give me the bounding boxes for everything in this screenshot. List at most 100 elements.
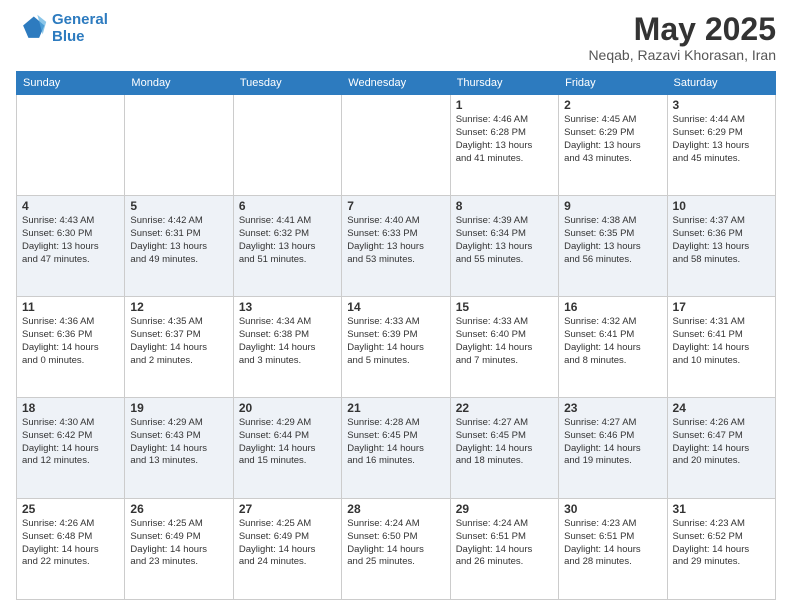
- day-number: 8: [456, 199, 553, 213]
- table-cell: 23 Sunrise: 4:27 AM Sunset: 6:46 PM Dayli…: [559, 398, 667, 499]
- day-number: 15: [456, 300, 553, 314]
- day-number: 19: [130, 401, 227, 415]
- table-cell: 13Sunrise: 4:34 AM Sunset: 6:38 PM Dayli…: [233, 297, 341, 398]
- table-cell: 3Sunrise: 4:44 AM Sunset: 6:29 PM Daylig…: [667, 95, 775, 196]
- day-number: 26: [130, 502, 227, 516]
- calendar-table: Sunday Monday Tuesday Wednesday Thursday…: [16, 71, 776, 600]
- table-cell: 21 Sunrise: 4:28 AM Sunset: 6:45 PM Dayli…: [342, 398, 450, 499]
- day-number: 2: [564, 98, 661, 112]
- day-number: 11: [22, 300, 119, 314]
- day-number: 1: [456, 98, 553, 112]
- table-cell: 4 Sunrise: 4:43 AM Sunset: 6:30 PM Daylig…: [17, 196, 125, 297]
- table-cell: 28 Sunrise: 4:24 AM Sunset: 6:50 PM Dayli…: [342, 499, 450, 600]
- day-info: Sunrise: 4:27 AM Sunset: 6:45 PM Dayligh…: [456, 417, 553, 468]
- table-cell: 19 Sunrise: 4:29 AM Sunset: 6:43 PM Dayli…: [125, 398, 233, 499]
- day-info: Sunrise: 4:29 AM Sunset: 6:43 PM Dayligh…: [130, 417, 227, 468]
- day-number: 17: [673, 300, 770, 314]
- table-cell: 6Sunrise: 4:41 AM Sunset: 6:32 PM Daylig…: [233, 196, 341, 297]
- day-number: 13: [239, 300, 336, 314]
- table-cell: 15 Sunrise: 4:33 AM Sunset: 6:40 PM Dayli…: [450, 297, 558, 398]
- table-cell: 8Sunrise: 4:39 AM Sunset: 6:34 PM Daylig…: [450, 196, 558, 297]
- table-cell: [17, 95, 125, 196]
- logo-blue: Blue: [52, 28, 85, 45]
- day-number: 29: [456, 502, 553, 516]
- main-title: May 2025: [588, 12, 776, 47]
- table-cell: 9Sunrise: 4:38 AM Sunset: 6:35 PM Daylig…: [559, 196, 667, 297]
- day-info: Sunrise: 4:37 AM Sunset: 6:36 PM Dayligh…: [673, 215, 770, 266]
- day-info: Sunrise: 4:29 AM Sunset: 6:44 PM Dayligh…: [239, 417, 336, 468]
- day-number: 10: [673, 199, 770, 213]
- calendar-week-4: 18 Sunrise: 4:30 AM Sunset: 6:42 PM Dayli…: [17, 398, 776, 499]
- day-info: Sunrise: 4:45 AM Sunset: 6:29 PM Dayligh…: [564, 114, 661, 165]
- table-cell: 2 Sunrise: 4:45 AM Sunset: 6:29 PM Daylig…: [559, 95, 667, 196]
- day-info: Sunrise: 4:38 AM Sunset: 6:35 PM Dayligh…: [564, 215, 661, 266]
- day-number: 24: [673, 401, 770, 415]
- table-cell: [233, 95, 341, 196]
- table-cell: 26 Sunrise: 4:25 AM Sunset: 6:49 PM Dayli…: [125, 499, 233, 600]
- col-sunday: Sunday: [17, 72, 125, 95]
- col-wednesday: Wednesday: [342, 72, 450, 95]
- table-cell: 31Sunrise: 4:23 AM Sunset: 6:52 PM Dayli…: [667, 499, 775, 600]
- table-cell: 18 Sunrise: 4:30 AM Sunset: 6:42 PM Dayli…: [17, 398, 125, 499]
- calendar-week-5: 25 Sunrise: 4:26 AM Sunset: 6:48 PM Dayli…: [17, 499, 776, 600]
- day-info: Sunrise: 4:36 AM Sunset: 6:36 PM Dayligh…: [22, 316, 119, 367]
- day-info: Sunrise: 4:31 AM Sunset: 6:41 PM Dayligh…: [673, 316, 770, 367]
- table-cell: [125, 95, 233, 196]
- day-info: Sunrise: 4:40 AM Sunset: 6:33 PM Dayligh…: [347, 215, 444, 266]
- day-number: 3: [673, 98, 770, 112]
- day-number: 23: [564, 401, 661, 415]
- col-saturday: Saturday: [667, 72, 775, 95]
- day-number: 16: [564, 300, 661, 314]
- day-info: Sunrise: 4:25 AM Sunset: 6:49 PM Dayligh…: [130, 518, 227, 569]
- day-number: 7: [347, 199, 444, 213]
- day-info: Sunrise: 4:24 AM Sunset: 6:50 PM Dayligh…: [347, 518, 444, 569]
- day-number: 20: [239, 401, 336, 415]
- logo-text: General Blue: [52, 12, 108, 45]
- col-thursday: Thursday: [450, 72, 558, 95]
- day-number: 4: [22, 199, 119, 213]
- day-info: Sunrise: 4:46 AM Sunset: 6:28 PM Dayligh…: [456, 114, 553, 165]
- day-number: 18: [22, 401, 119, 415]
- table-cell: 1 Sunrise: 4:46 AM Sunset: 6:28 PM Daylig…: [450, 95, 558, 196]
- day-number: 12: [130, 300, 227, 314]
- day-number: 28: [347, 502, 444, 516]
- table-cell: 11 Sunrise: 4:36 AM Sunset: 6:36 PM Dayli…: [17, 297, 125, 398]
- table-cell: 7 Sunrise: 4:40 AM Sunset: 6:33 PM Daylig…: [342, 196, 450, 297]
- day-info: Sunrise: 4:27 AM Sunset: 6:46 PM Dayligh…: [564, 417, 661, 468]
- calendar-header-row: Sunday Monday Tuesday Wednesday Thursday…: [17, 72, 776, 95]
- day-number: 6: [239, 199, 336, 213]
- calendar-week-2: 4 Sunrise: 4:43 AM Sunset: 6:30 PM Daylig…: [17, 196, 776, 297]
- day-info: Sunrise: 4:23 AM Sunset: 6:51 PM Dayligh…: [564, 518, 661, 569]
- day-info: Sunrise: 4:43 AM Sunset: 6:30 PM Dayligh…: [22, 215, 119, 266]
- day-number: 5: [130, 199, 227, 213]
- day-number: 27: [239, 502, 336, 516]
- col-tuesday: Tuesday: [233, 72, 341, 95]
- logo-general: General: [52, 11, 108, 28]
- table-cell: 10 Sunrise: 4:37 AM Sunset: 6:36 PM Dayli…: [667, 196, 775, 297]
- day-info: Sunrise: 4:32 AM Sunset: 6:41 PM Dayligh…: [564, 316, 661, 367]
- day-info: Sunrise: 4:30 AM Sunset: 6:42 PM Dayligh…: [22, 417, 119, 468]
- table-cell: 22Sunrise: 4:27 AM Sunset: 6:45 PM Dayli…: [450, 398, 558, 499]
- day-info: Sunrise: 4:23 AM Sunset: 6:52 PM Dayligh…: [673, 518, 770, 569]
- day-info: Sunrise: 4:28 AM Sunset: 6:45 PM Dayligh…: [347, 417, 444, 468]
- table-cell: 14Sunrise: 4:33 AM Sunset: 6:39 PM Dayli…: [342, 297, 450, 398]
- day-number: 25: [22, 502, 119, 516]
- day-info: Sunrise: 4:26 AM Sunset: 6:47 PM Dayligh…: [673, 417, 770, 468]
- day-info: Sunrise: 4:42 AM Sunset: 6:31 PM Dayligh…: [130, 215, 227, 266]
- table-cell: 30 Sunrise: 4:23 AM Sunset: 6:51 PM Dayli…: [559, 499, 667, 600]
- day-number: 30: [564, 502, 661, 516]
- day-number: 21: [347, 401, 444, 415]
- table-cell: 20 Sunrise: 4:29 AM Sunset: 6:44 PM Dayli…: [233, 398, 341, 499]
- table-cell: 27Sunrise: 4:25 AM Sunset: 6:49 PM Dayli…: [233, 499, 341, 600]
- col-friday: Friday: [559, 72, 667, 95]
- calendar-week-3: 11 Sunrise: 4:36 AM Sunset: 6:36 PM Dayli…: [17, 297, 776, 398]
- day-info: Sunrise: 4:33 AM Sunset: 6:40 PM Dayligh…: [456, 316, 553, 367]
- logo: General Blue: [16, 12, 108, 45]
- day-info: Sunrise: 4:26 AM Sunset: 6:48 PM Dayligh…: [22, 518, 119, 569]
- day-info: Sunrise: 4:35 AM Sunset: 6:37 PM Dayligh…: [130, 316, 227, 367]
- header: General Blue May 2025 Neqab, Razavi Khor…: [16, 12, 776, 63]
- table-cell: 12 Sunrise: 4:35 AM Sunset: 6:37 PM Dayli…: [125, 297, 233, 398]
- day-info: Sunrise: 4:24 AM Sunset: 6:51 PM Dayligh…: [456, 518, 553, 569]
- table-cell: 24 Sunrise: 4:26 AM Sunset: 6:47 PM Dayli…: [667, 398, 775, 499]
- table-cell: [342, 95, 450, 196]
